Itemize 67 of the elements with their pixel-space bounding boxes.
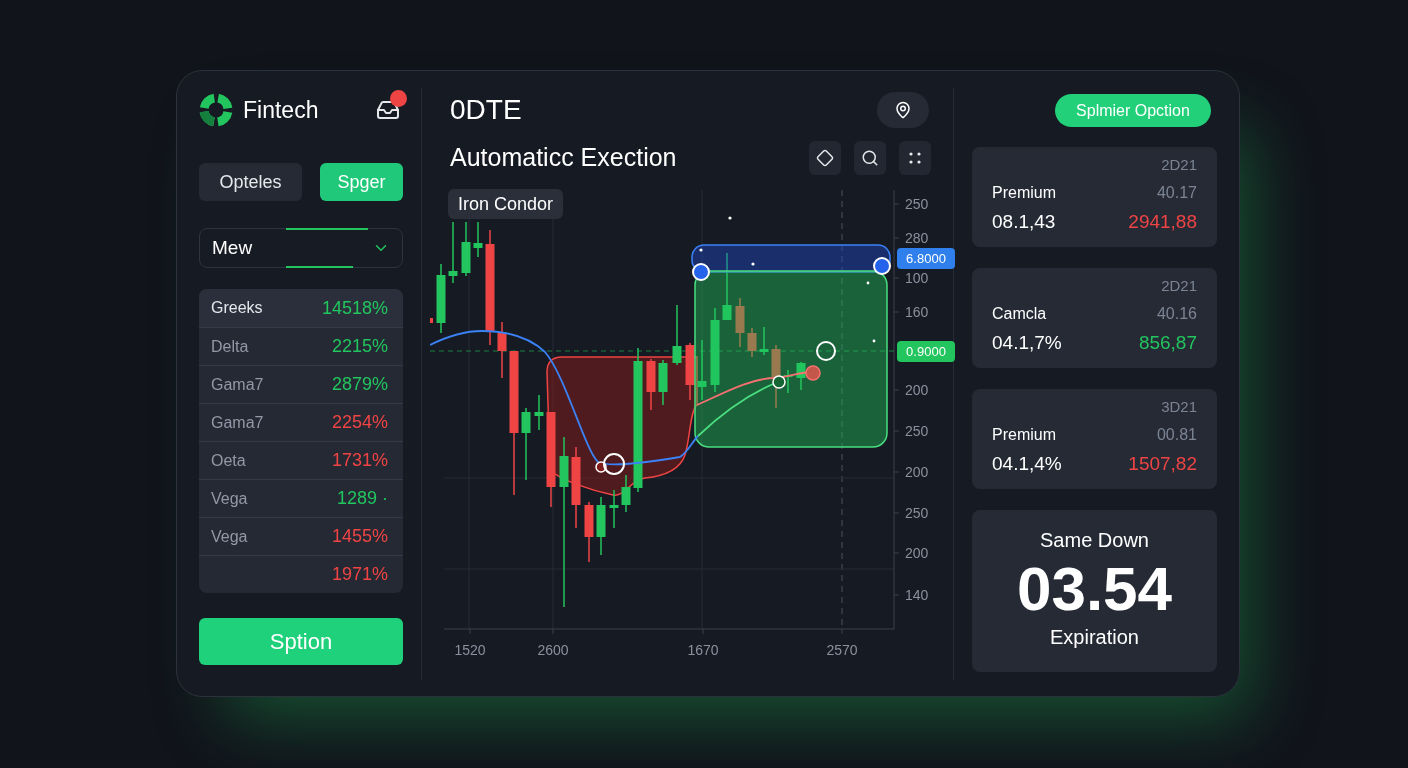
axis-label: 1670	[687, 642, 719, 658]
tab[interactable]: Spger	[320, 163, 403, 201]
quote-name: Premium	[992, 425, 1056, 445]
table-cell-text: 1455%	[331, 525, 388, 548]
location-button[interactable]	[877, 92, 929, 128]
dropdown[interactable]: Mew	[199, 228, 403, 268]
axis-label: 250	[905, 505, 929, 521]
axis-label: 200	[905, 545, 929, 561]
axis-label: 140	[905, 587, 929, 603]
expiry-caption: Expiration	[1050, 625, 1139, 649]
axis-label: 160	[905, 304, 929, 320]
axis-label: 250	[905, 196, 929, 212]
axis-label: 100	[905, 270, 929, 286]
logo-icon	[199, 93, 233, 127]
grid-button[interactable]	[899, 141, 931, 175]
quote-value: 04.1,4%	[992, 453, 1062, 475]
table-cell-text: Gama7	[211, 412, 264, 433]
table-cell-text: Delta	[211, 336, 249, 357]
option-button[interactable]: Splmier Opction	[1055, 94, 1211, 127]
axis-label: 2600	[537, 642, 569, 658]
table-cell-text: Greeks	[211, 298, 263, 318]
price-tag: 0.9000	[897, 341, 955, 362]
expiry-title: Same Down	[1040, 528, 1149, 552]
tab[interactable]: Opteles	[199, 163, 302, 201]
quote-value: 04.1,7%	[992, 332, 1062, 354]
quote-change: 856,87	[1138, 332, 1197, 354]
inbox-icon[interactable]	[376, 98, 400, 122]
quote-name: Camcla	[992, 304, 1047, 324]
table-cell-text: 2215%	[331, 335, 388, 358]
page-title: 0DTE	[450, 93, 522, 127]
axis-label: 250	[905, 423, 929, 439]
search-icon	[861, 149, 879, 167]
quote-name: Premium	[992, 183, 1056, 203]
diamond-tool-button[interactable]	[809, 141, 841, 175]
brand-name: Fintech	[243, 95, 319, 125]
quote-reference: 40.16	[1156, 304, 1197, 324]
diamond-icon	[816, 149, 834, 167]
quote-reference: 40.17	[1156, 183, 1197, 203]
table-cell-text: 2879%	[331, 373, 388, 396]
option-button[interactable]: Sption	[199, 618, 403, 665]
price-tag: 6.8000	[897, 248, 955, 269]
map-pin-icon	[894, 101, 912, 119]
axis-label: 200	[905, 464, 929, 480]
axis-label: 2570	[826, 642, 858, 658]
table-cell-text: 1971%	[331, 563, 388, 586]
quote-code: 3D21	[1161, 397, 1197, 417]
section-title: Automaticc Exection	[450, 142, 677, 174]
table-cell-text: Gama7	[211, 374, 264, 395]
table-cell-text: 1289 ·	[336, 487, 388, 510]
quote-code: 2D21	[1161, 155, 1197, 175]
table-cell-text: 1731%	[331, 449, 388, 472]
table-cell-text: Vega	[211, 526, 248, 547]
search-button[interactable]	[854, 141, 886, 175]
expiry-time: 03.54	[1016, 558, 1173, 620]
table-cell-text: 2254%	[331, 411, 388, 434]
axis-label: 280	[905, 230, 929, 246]
axis-label: 200	[905, 382, 929, 398]
four-dots-icon	[909, 152, 921, 164]
table-cell-text: Oeta	[211, 450, 246, 471]
quote-value: 08.1,43	[992, 211, 1056, 233]
table-cell-text: Vega	[211, 488, 248, 509]
axis-label: 1520	[454, 642, 486, 658]
table-cell-text: 14518%	[321, 296, 388, 320]
quote-change: 1507,82	[1128, 453, 1197, 475]
quote-reference: 00.81	[1156, 425, 1197, 445]
quote-change: 2941,88	[1128, 211, 1197, 233]
quote-code: 2D21	[1161, 276, 1197, 296]
